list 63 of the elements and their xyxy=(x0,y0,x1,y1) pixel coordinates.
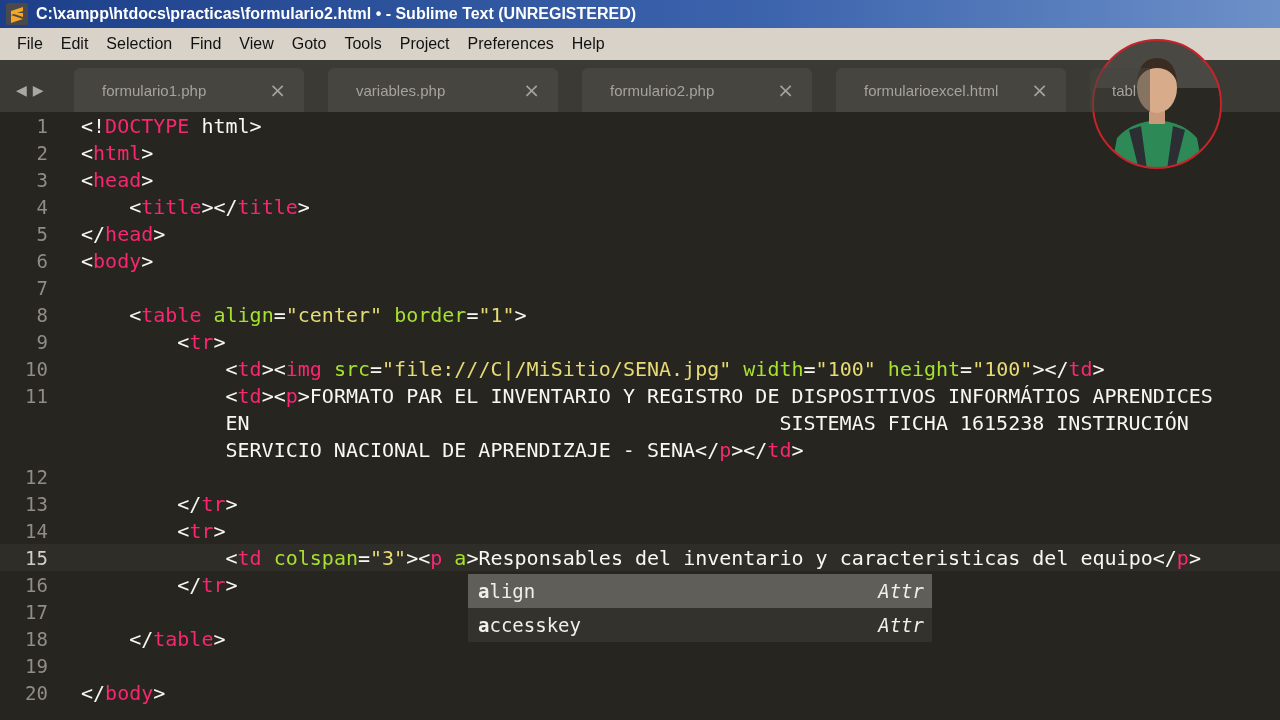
line-number: 20 xyxy=(24,681,48,704)
line-number: 16 xyxy=(24,573,48,596)
menu-item[interactable]: Goto xyxy=(282,35,336,53)
line-number: 15 xyxy=(24,546,48,569)
menu-item[interactable]: View xyxy=(230,35,283,53)
line-number: 11 xyxy=(24,384,48,407)
line-number: 10 xyxy=(24,357,48,380)
line-number: 13 xyxy=(24,492,48,515)
menu-item[interactable]: Project xyxy=(390,35,459,53)
line-number: 14 xyxy=(24,519,48,542)
close-icon[interactable]: × xyxy=(777,78,794,102)
code-line: <head> xyxy=(81,167,154,192)
forward-arrow-icon[interactable]: ▶ xyxy=(32,82,44,98)
suggestion-item[interactable]: align Attr xyxy=(468,574,932,608)
menu-item[interactable]: Help xyxy=(562,35,614,53)
window-title: C:\xampp\htdocs\practicas\formulario2.html • - Sublime Text (UNREGISTERED) xyxy=(36,5,637,23)
code-line: <!DOCTYPE html> xyxy=(81,113,262,138)
file-tab[interactable]: formularioexcel.html × xyxy=(836,68,1066,112)
code-line: <td><p>FORMATO PAR EL INVENTARIO Y REGISTRO DE DISPOSITIVOS INFORMÁTIOS APRENDICES xyxy=(224,383,1213,408)
code-line: <td><img src="file:///C|/MiSitio/SENA.jpg" width="100" height="100"></td> xyxy=(224,356,1105,381)
line-number: 18 xyxy=(24,627,48,650)
menu-item[interactable]: Find xyxy=(181,35,231,53)
code-line: </head> xyxy=(81,221,166,246)
menu-item[interactable]: File xyxy=(8,35,52,53)
close-icon[interactable]: × xyxy=(523,78,540,102)
back-arrow-icon[interactable]: ◀ xyxy=(16,82,27,98)
code-line: </body> xyxy=(81,680,166,705)
code-line: <tr> xyxy=(176,329,226,354)
line-number: 3 xyxy=(35,168,48,191)
code-line: <td colspan="3"><p a>Responsables del inventario y caracteristicas del equipo</p> xyxy=(224,545,1201,570)
close-icon[interactable]: × xyxy=(1031,78,1048,102)
app-logo-icon xyxy=(6,3,28,25)
line-number: 4 xyxy=(35,195,48,218)
line-number: 2 xyxy=(35,141,48,164)
line-number: 5 xyxy=(35,222,48,245)
code-line: <body> xyxy=(81,248,154,273)
close-icon[interactable]: × xyxy=(269,78,286,102)
file-tab[interactable]: formulario1.php × xyxy=(74,68,304,112)
code-line: <tr> xyxy=(176,518,226,543)
line-number: 12 xyxy=(24,465,48,488)
menu-item[interactable]: Tools xyxy=(335,35,391,53)
menu-item[interactable]: Selection xyxy=(97,35,182,53)
file-tab[interactable]: tabl xyxy=(1090,68,1150,112)
line-number: 19 xyxy=(24,654,48,677)
line-number: 6 xyxy=(35,249,48,272)
code-line: </table> xyxy=(128,626,226,651)
line-number: 7 xyxy=(35,276,48,299)
menu-item[interactable]: Preferences xyxy=(458,35,563,53)
code-line: EN SISTEMAS FICHA 1615238 INSTIRUCIÓN xyxy=(224,410,1189,435)
line-number: 9 xyxy=(35,330,48,353)
line-number: 8 xyxy=(35,303,48,326)
code-line: </tr> xyxy=(176,491,238,516)
file-tab[interactable]: formulario2.php × xyxy=(582,68,812,112)
code-line: </tr> xyxy=(176,572,238,597)
code-line: <table align="center" border="1"> xyxy=(128,302,527,327)
menu-item[interactable]: Edit xyxy=(51,35,98,53)
line-number: 17 xyxy=(24,600,48,623)
file-tab[interactable]: variables.php × xyxy=(328,68,558,112)
suggestion-item[interactable]: accesskey Attr xyxy=(468,608,932,642)
line-number: 1 xyxy=(35,114,48,137)
code-line: SERVICIO NACIONAL DE APRENDIZAJE - SENA</p></td> xyxy=(224,437,804,462)
code-line: <html> xyxy=(81,140,154,165)
code-line: <title></title> xyxy=(128,194,310,219)
